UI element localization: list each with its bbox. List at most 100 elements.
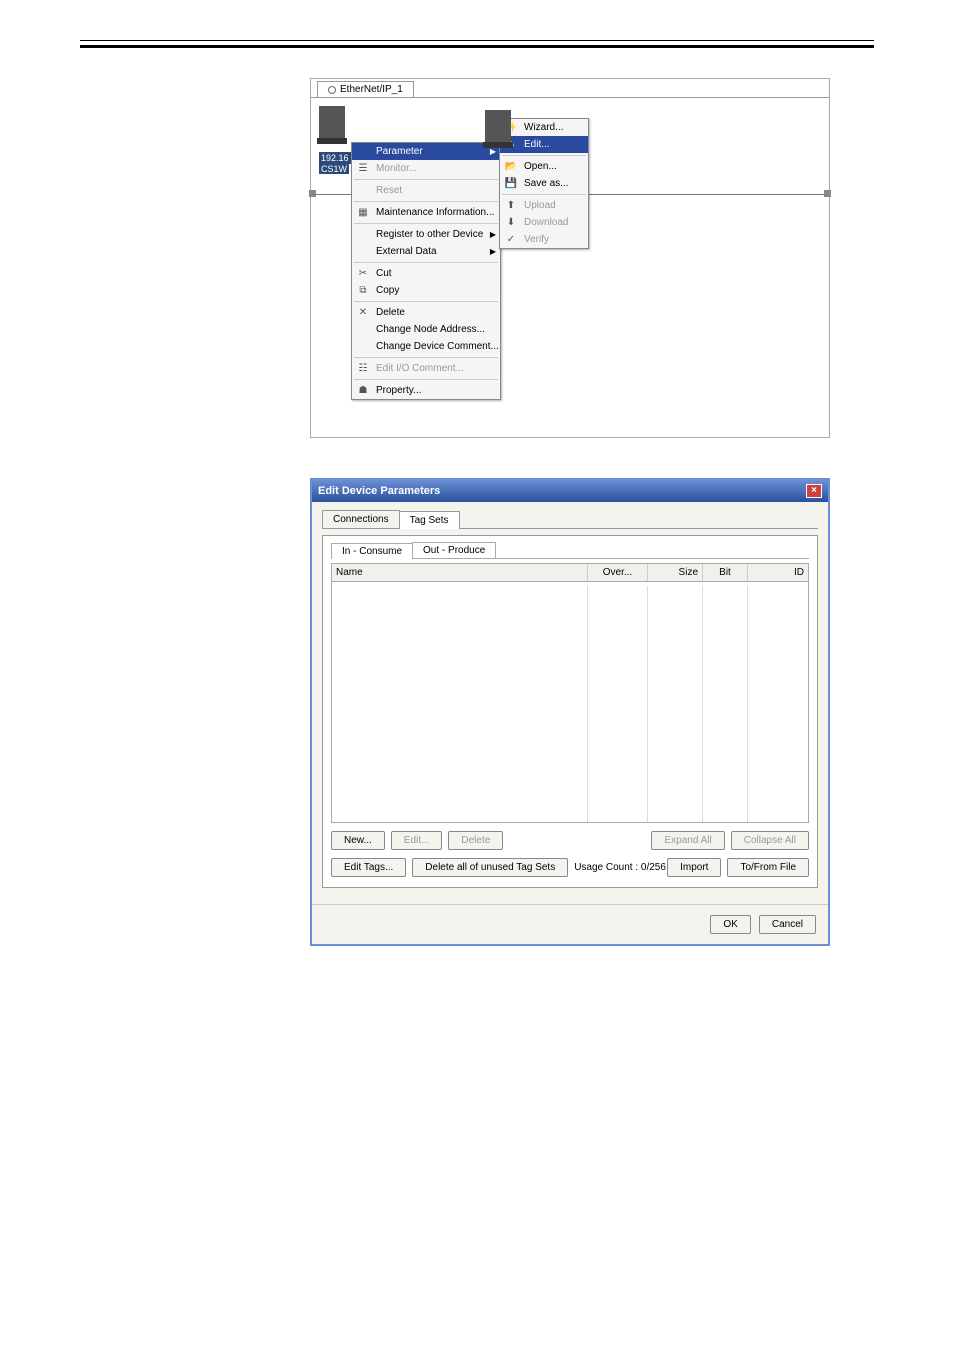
usage-count: Usage Count : 0/256 — [574, 862, 666, 873]
submenu-open-label: Open... — [524, 161, 557, 172]
dialog-titlebar: Edit Device Parameters × — [312, 480, 828, 502]
edit-button-label: Edit... — [404, 835, 430, 846]
network-panel: EtherNet/IP_1 192.16 CS1W Parameter — [310, 78, 830, 438]
edit-tags-label: Edit Tags... — [344, 862, 393, 873]
ip-label-2: CS1W — [319, 164, 349, 174]
menu-cut[interactable]: ✂ Cut — [352, 265, 500, 282]
edit-device-parameters-dialog: Edit Device Parameters × Connections Tag… — [310, 478, 830, 946]
download-icon: ⬇ — [504, 216, 518, 230]
tofrom-file-button[interactable]: To/From File — [727, 858, 809, 877]
monitor-icon: ☰ — [356, 162, 370, 176]
expand-all-label: Expand All — [664, 835, 711, 846]
expand-all-button[interactable]: Expand All — [651, 831, 724, 850]
close-icon[interactable]: × — [806, 484, 822, 498]
menu-parameter-label: Parameter — [376, 146, 423, 157]
menu-reset-label: Reset — [376, 185, 402, 196]
cancel-button[interactable]: Cancel — [759, 915, 816, 934]
copy-icon: ⧉ — [356, 284, 370, 298]
menu-change-address[interactable]: Change Node Address... — [352, 321, 500, 338]
submenu-upload[interactable]: ⬆ Upload — [500, 197, 588, 214]
col-over[interactable]: Over... — [588, 564, 648, 581]
tab-connections[interactable]: Connections — [322, 510, 400, 528]
open-icon: 📂 — [504, 160, 518, 174]
subtab-in-consume[interactable]: In - Consume — [331, 543, 413, 559]
menu-reset[interactable]: Reset — [352, 182, 500, 199]
subtab-out-label: Out - Produce — [423, 545, 485, 556]
delete-button[interactable]: Delete — [448, 831, 503, 850]
collapse-all-label: Collapse All — [744, 835, 796, 846]
delete-button-label: Delete — [461, 835, 490, 846]
col-name[interactable]: Name — [332, 564, 588, 581]
menu-maint-label: Maintenance Information... — [376, 207, 494, 218]
rail-end-right — [824, 190, 831, 197]
tab-tag-sets-label: Tag Sets — [410, 515, 449, 526]
menu-change-addr-label: Change Node Address... — [376, 324, 485, 335]
dialog-title: Edit Device Parameters — [318, 485, 440, 497]
cancel-label: Cancel — [772, 919, 803, 930]
menu-copy[interactable]: ⧉ Copy — [352, 282, 500, 299]
save-icon: 💾 — [504, 177, 518, 191]
submenu-saveas[interactable]: 💾 Save as... — [500, 175, 588, 192]
device-icon — [319, 106, 345, 142]
network-tab[interactable]: EtherNet/IP_1 — [317, 81, 414, 97]
submenu-verify[interactable]: ✓ Verify — [500, 231, 588, 248]
upload-icon: ⬆ — [504, 199, 518, 213]
ip-label-1: 192.16 — [319, 152, 351, 164]
menu-monitor-label: Monitor... — [376, 163, 417, 174]
col-size[interactable]: Size — [648, 564, 703, 581]
tab-connections-label: Connections — [333, 514, 389, 525]
delete-unused-button[interactable]: Delete all of unused Tag Sets — [412, 858, 568, 877]
cut-icon: ✂ — [356, 267, 370, 281]
menu-parameter[interactable]: Parameter — [352, 143, 500, 160]
new-button-label: New... — [344, 835, 372, 846]
submenu-wizard[interactable]: ✨ Wizard... — [500, 119, 588, 136]
submenu-edit-label: Edit... — [524, 139, 550, 150]
tab-tag-sets[interactable]: Tag Sets — [399, 511, 460, 529]
menu-edit-io-comment[interactable]: ☷ Edit I/O Comment... — [352, 360, 500, 377]
menu-maintenance[interactable]: ▦ Maintenance Information... — [352, 204, 500, 221]
menu-change-comment[interactable]: Change Device Comment... — [352, 338, 500, 355]
network-tab-label: EtherNet/IP_1 — [340, 84, 403, 95]
network-icon — [328, 86, 336, 94]
verify-icon: ✓ — [504, 233, 518, 247]
maint-icon: ▦ — [356, 206, 370, 220]
submenu-edit[interactable]: ✎ Edit... — [500, 136, 588, 153]
menu-external-label: External Data — [376, 246, 437, 257]
submenu-download-label: Download — [524, 217, 568, 228]
submenu-open[interactable]: 📂 Open... — [500, 158, 588, 175]
menu-property-label: Property... — [376, 385, 421, 396]
col-id[interactable]: ID — [748, 564, 808, 581]
menu-change-comment-label: Change Device Comment... — [376, 341, 499, 352]
subtab-out-produce[interactable]: Out - Produce — [412, 542, 496, 558]
new-button[interactable]: New... — [331, 831, 385, 850]
context-menu: Parameter ☰ Monitor... Reset ▦ Maintenan… — [351, 142, 501, 400]
menu-monitor[interactable]: ☰ Monitor... — [352, 160, 500, 177]
import-button[interactable]: Import — [667, 858, 721, 877]
submenu-upload-label: Upload — [524, 200, 556, 211]
delete-unused-label: Delete all of unused Tag Sets — [425, 862, 555, 873]
menu-register[interactable]: Register to other Device — [352, 226, 500, 243]
menu-property[interactable]: ☗ Property... — [352, 382, 500, 399]
delete-icon: ✕ — [356, 306, 370, 320]
subtab-in-label: In - Consume — [342, 546, 402, 557]
collapse-all-button[interactable]: Collapse All — [731, 831, 809, 850]
menu-delete-label: Delete — [376, 307, 405, 318]
submenu-download[interactable]: ⬇ Download — [500, 214, 588, 231]
tag-table[interactable]: Name Over... Size Bit ID — [331, 563, 809, 823]
submenu-verify-label: Verify — [524, 234, 549, 245]
menu-cut-label: Cut — [376, 268, 392, 279]
menu-edit-io-label: Edit I/O Comment... — [376, 363, 464, 374]
device-icon-2 — [485, 110, 511, 146]
tofrom-label: To/From File — [740, 862, 796, 873]
edit-button[interactable]: Edit... — [391, 831, 443, 850]
edit-tags-button[interactable]: Edit Tags... — [331, 858, 406, 877]
property-icon: ☗ — [356, 384, 370, 398]
parameter-submenu: ✨ Wizard... ✎ Edit... 📂 Open... 💾 Sav — [499, 118, 589, 249]
menu-register-label: Register to other Device — [376, 229, 483, 240]
menu-external-data[interactable]: External Data — [352, 243, 500, 260]
col-bit[interactable]: Bit — [703, 564, 748, 581]
edit-io-icon: ☷ — [356, 362, 370, 376]
ok-button[interactable]: OK — [710, 915, 750, 934]
menu-delete[interactable]: ✕ Delete — [352, 304, 500, 321]
ok-label: OK — [723, 919, 737, 930]
